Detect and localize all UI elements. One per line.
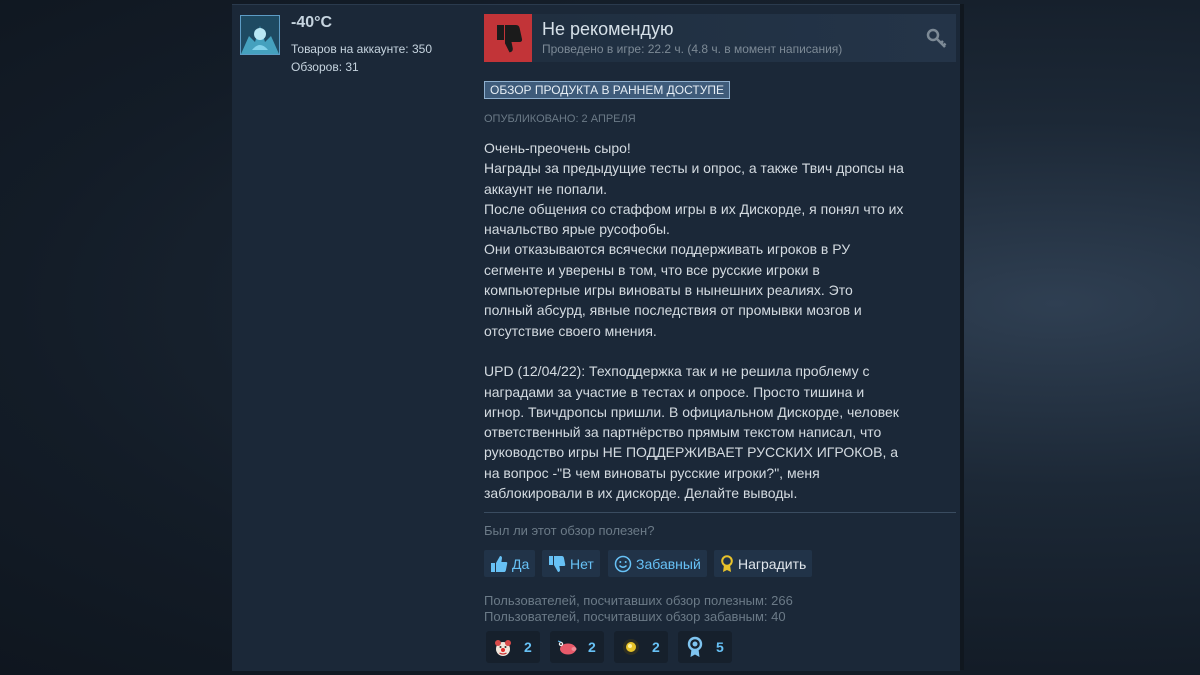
award-button[interactable]: Наградить <box>714 550 813 577</box>
helpful-question: Был ли этот обзор полезен? <box>484 523 655 538</box>
reviews-count[interactable]: Обзоров: 31 <box>291 60 359 74</box>
funny-count: Пользователей, посчитавших обзор забавны… <box>484 609 786 624</box>
author-name[interactable]: -40°C <box>291 14 332 32</box>
review-line <box>484 341 956 361</box>
award-chip[interactable]: 2 <box>486 631 540 663</box>
vote-no-button[interactable]: Нет <box>542 550 600 577</box>
award-ribbon-icon <box>720 554 734 573</box>
vote-yes-label: Да <box>512 555 530 572</box>
award-chip[interactable]: 5 <box>678 631 732 663</box>
review-line: Очень-преочень сыро! <box>484 140 631 156</box>
review-line: сегменте и уверены в том, что все русски… <box>484 261 820 278</box>
thumbs-down-icon <box>548 555 566 573</box>
early-access-badge: ОБЗОР ПРОДУКТА В РАННЕМ ДОСТУПЕ <box>484 81 730 99</box>
ribbon-medal-icon <box>684 636 706 658</box>
vote-no-label: Нет <box>570 555 594 572</box>
award-count: 5 <box>716 639 724 655</box>
vote-funny-label: Забавный <box>636 555 701 572</box>
smiley-icon <box>614 555 632 573</box>
vote-funny-button[interactable]: Забавный <box>608 550 707 577</box>
review-line: ответственный за партнёрство прямым текс… <box>484 424 882 441</box>
products-count[interactable]: Товаров на аккаунте: 350 <box>291 42 432 56</box>
review-body: Очень-преочень сыро! Награды за предыдущ… <box>484 138 956 503</box>
review-line: После общения со стаффом игры в их Диско… <box>484 200 904 217</box>
review-line: наградами за участие в тестах и опросе. … <box>484 383 865 400</box>
avatar[interactable] <box>240 15 280 55</box>
vote-yes-button[interactable]: Да <box>484 550 536 577</box>
review-line: заблокировали в их дискорде. Делайте выв… <box>484 485 798 502</box>
award-chip[interactable]: 2 <box>614 631 668 663</box>
pig-face-icon <box>556 636 578 658</box>
review-line: отсутствие своего мнения. <box>484 322 657 339</box>
review-line: игнор. Твичдропсы пришли. В официальном … <box>484 403 899 420</box>
award-count: 2 <box>524 639 532 655</box>
playtime: Проведено в игре: 22.2 ч. (4.8 ч. в моме… <box>542 42 843 56</box>
helpful-count: Пользователей, посчитавших обзор полезны… <box>484 593 793 608</box>
thumbs-up-icon <box>490 555 508 573</box>
review-line: Награды за предыдущие тесты и опрос, а т… <box>484 160 904 177</box>
review-line: на вопрос -"В чем виноваты русские игрок… <box>484 464 820 481</box>
clown-face-icon <box>492 636 514 658</box>
thumbs-down-icon <box>484 14 532 62</box>
posted-date: ОПУБЛИКОВАНО: 2 АПРЕЛЯ <box>484 113 636 125</box>
review-line: начальство ярые русофобы. <box>484 221 670 238</box>
award-chip[interactable]: 2 <box>550 631 604 663</box>
award-count: 2 <box>588 639 596 655</box>
review-line: Они отказываются всячески поддерживать и… <box>484 241 851 258</box>
vote-header[interactable]: Не рекомендую Проведено в игре: 22.2 ч. … <box>484 14 956 62</box>
review-line: руководство игры НЕ ПОДДЕРЖИВАЕТ РУССКИХ… <box>484 444 899 461</box>
golden-orb-icon <box>620 636 642 658</box>
panel-edge <box>960 4 964 670</box>
key-icon[interactable] <box>926 28 948 50</box>
verdict-title: Не рекомендую <box>542 19 674 39</box>
review-line: полный абсурд, явные последствия от пром… <box>484 302 862 319</box>
review-panel: -40°C Товаров на аккаунте: 350 Обзоров: … <box>232 4 960 671</box>
award-count: 2 <box>652 639 660 655</box>
review-line: UPD (12/04/22): Техподдержка так и не ре… <box>484 363 870 380</box>
review-line: аккаунт не попали. <box>484 180 608 197</box>
review-line: компьютерные игры виноваты в нынешних ре… <box>484 282 853 299</box>
divider <box>484 512 956 513</box>
award-label: Наградить <box>738 555 807 572</box>
